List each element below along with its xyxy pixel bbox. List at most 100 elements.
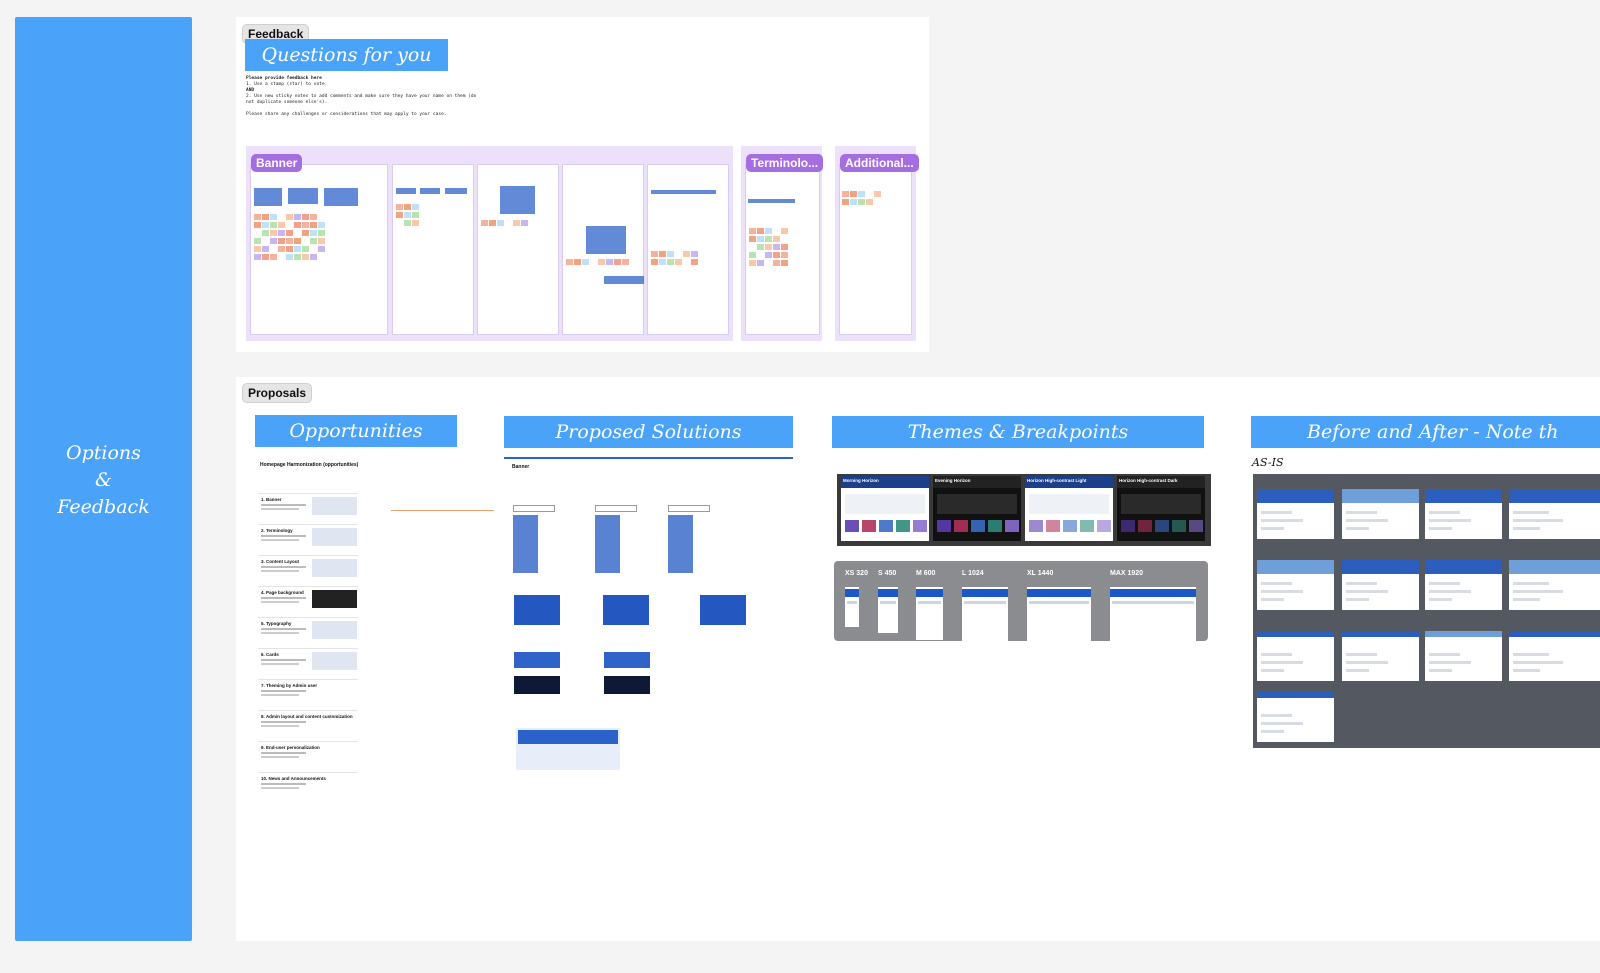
breakpoint-screen xyxy=(878,587,898,633)
item-text-line xyxy=(261,721,306,723)
connector-line xyxy=(391,510,494,511)
sticky-note xyxy=(866,199,873,205)
terminology-column-tag[interactable]: Terminolo... xyxy=(746,154,824,172)
theme-content xyxy=(1121,494,1201,514)
sticky-note xyxy=(310,222,317,228)
sticky-note xyxy=(598,259,605,265)
mini-screenshot xyxy=(586,226,626,254)
sticky-note xyxy=(412,220,419,226)
asis-screenshot xyxy=(1509,560,1600,610)
item-text-line xyxy=(261,663,299,665)
sticky-note xyxy=(683,251,690,257)
asis-screenshot-line xyxy=(1346,669,1370,672)
themes-breakpoints-heading[interactable]: Themes & Breakpoints xyxy=(832,416,1204,448)
questions-heading[interactable]: Questions for you xyxy=(245,39,448,71)
item-thumbnail xyxy=(312,559,357,577)
sticky-note xyxy=(757,228,764,234)
item-text-line xyxy=(261,570,299,572)
theme-card xyxy=(954,520,968,532)
breakpoint-label: MAX 1920 xyxy=(1110,570,1144,577)
sticky-note xyxy=(310,238,317,244)
item-text-line xyxy=(261,787,299,789)
sticky-note xyxy=(302,214,309,220)
sticky-note xyxy=(582,259,589,265)
label-line-2: & xyxy=(95,469,112,491)
solution-preview-banner xyxy=(518,730,618,744)
solution-mockup xyxy=(513,515,538,573)
asis-screenshot-line xyxy=(1429,598,1453,601)
asis-screenshot-line xyxy=(1261,669,1285,672)
item-text-line xyxy=(261,659,306,661)
banner-variant xyxy=(603,595,649,625)
breakpoint-screen-banner xyxy=(845,589,859,597)
item-divider xyxy=(258,555,358,556)
sticky-note xyxy=(254,238,261,244)
opportunity-item: 8. Admin layout and content customizatio… xyxy=(261,714,353,719)
asis-screenshot-header xyxy=(1509,631,1600,637)
item-text-line xyxy=(261,628,306,630)
asis-screenshot-line xyxy=(1513,669,1541,672)
theme-card xyxy=(1097,520,1111,532)
before-after-heading[interactable]: Before and After - Note th xyxy=(1251,416,1600,448)
sticky-note xyxy=(294,246,301,252)
breakpoint-screen-banner xyxy=(878,589,898,597)
sticky-note xyxy=(651,251,658,257)
asis-screenshot-header xyxy=(1509,560,1600,574)
sticky-note xyxy=(278,222,285,228)
sticky-note xyxy=(749,260,756,266)
sticky-note xyxy=(850,199,857,205)
proposed-solutions-heading[interactable]: Proposed Solutions xyxy=(504,416,793,448)
sticky-note xyxy=(396,204,403,210)
banner-variant xyxy=(514,595,560,625)
item-thumbnail xyxy=(312,590,357,608)
sticky-note xyxy=(874,191,881,197)
breakpoint-screen xyxy=(916,587,943,640)
item-text-line xyxy=(261,752,306,754)
sticky-note xyxy=(765,228,772,234)
asis-screenshot-line xyxy=(1346,527,1370,530)
proposals-tag[interactable]: Proposals xyxy=(242,383,313,403)
feedback-card[interactable] xyxy=(839,164,912,335)
sticky-note xyxy=(765,244,772,250)
opportunity-item: 10. News and Announcements xyxy=(261,776,326,781)
asis-screenshot-line xyxy=(1346,661,1389,664)
sticky-note xyxy=(765,236,772,242)
theme-card xyxy=(988,520,1002,532)
sticky-note xyxy=(286,230,293,236)
item-text-line xyxy=(261,566,306,568)
options-feedback-label: Options & Feedback xyxy=(15,440,192,521)
asis-screenshot-header xyxy=(1342,489,1419,503)
theme-card xyxy=(971,520,985,532)
theme-card xyxy=(845,520,859,532)
item-text-line xyxy=(261,783,306,785)
additional-column-tag[interactable]: Additional... xyxy=(840,154,919,172)
sticky-note xyxy=(262,246,269,252)
sticky-note xyxy=(489,220,496,226)
asis-screenshot-line xyxy=(1513,590,1564,593)
item-text-line xyxy=(261,597,306,599)
breakpoint-screen xyxy=(845,587,859,627)
opportunities-doc-title: Homepage Harmonization (opportunities) xyxy=(260,462,359,468)
sticky-note xyxy=(691,259,698,265)
opportunities-heading[interactable]: Opportunities xyxy=(255,415,457,447)
theme-card xyxy=(879,520,893,532)
sticky-note xyxy=(659,259,666,265)
asis-screenshot-header xyxy=(1342,560,1419,574)
sticky-note xyxy=(773,252,780,258)
theme-tile: Morning Horizon xyxy=(841,476,929,541)
sticky-note xyxy=(675,259,682,265)
theme-card xyxy=(1046,520,1060,532)
banner-column-tag[interactable]: Banner xyxy=(251,154,303,172)
banner-variant xyxy=(700,595,746,625)
sticky-note xyxy=(318,230,325,236)
breakpoint-screen-line xyxy=(880,601,896,604)
breakpoint-screen xyxy=(1027,587,1091,649)
asis-screenshot xyxy=(1342,489,1419,539)
sticky-note xyxy=(659,251,666,257)
feedback-instructions: Please provide feedback here 1. Use a st… xyxy=(246,76,666,118)
asis-screenshot xyxy=(1257,631,1334,681)
theme-card xyxy=(1155,520,1169,532)
banner-variant-dark xyxy=(514,676,560,694)
item-divider xyxy=(258,493,358,494)
breakpoint-screen-banner xyxy=(962,589,1008,597)
